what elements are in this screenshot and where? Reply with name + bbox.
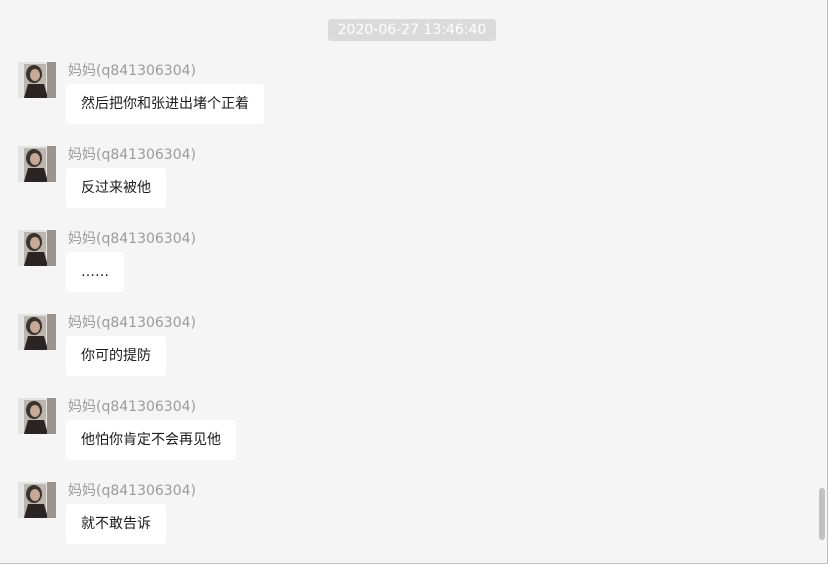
sender-name: 妈妈(q841306304) — [68, 63, 196, 79]
scrollbar-thumb[interactable] — [819, 488, 825, 540]
message-bubble[interactable]: 然后把你和张进出堵个正着 — [66, 84, 264, 124]
message-row: 妈妈(q841306304) 就不敢告诉 — [0, 482, 800, 562]
avatar-photo-icon — [18, 230, 56, 266]
message-bubble[interactable]: 反过来被他 — [66, 168, 166, 208]
avatar[interactable] — [18, 398, 56, 434]
sender-name: 妈妈(q841306304) — [68, 483, 196, 499]
avatar[interactable] — [18, 230, 56, 266]
sender-name: 妈妈(q841306304) — [68, 315, 196, 331]
avatar[interactable] — [18, 314, 56, 350]
avatar-photo-icon — [18, 314, 56, 350]
scrollbar-track[interactable] — [816, 0, 826, 562]
sender-name: 妈妈(q841306304) — [68, 147, 196, 163]
sender-name: 妈妈(q841306304) — [68, 231, 196, 247]
avatar[interactable] — [18, 482, 56, 518]
message-bubble[interactable]: 他怕你肯定不会再见他 — [66, 420, 236, 460]
avatar-photo-icon — [18, 62, 56, 98]
message-row: 妈妈(q841306304) 他怕你肯定不会再见他 — [0, 398, 800, 478]
message-row: 妈妈(q841306304) 你可的提防 — [0, 314, 800, 394]
avatar-photo-icon — [18, 482, 56, 518]
message-row: 妈妈(q841306304) …… — [0, 230, 800, 310]
message-row: 妈妈(q841306304) 然后把你和张进出堵个正着 — [0, 62, 800, 142]
message-bubble[interactable]: 你可的提防 — [66, 336, 166, 376]
avatar-photo-icon — [18, 146, 56, 182]
avatar[interactable] — [18, 146, 56, 182]
timestamp-badge: 2020-06-27 13:46:40 — [328, 19, 496, 41]
message-bubble[interactable]: 就不敢告诉 — [66, 504, 166, 544]
sender-name: 妈妈(q841306304) — [68, 399, 196, 415]
avatar[interactable] — [18, 62, 56, 98]
message-bubble[interactable]: …… — [66, 252, 124, 292]
chat-window: 2020-06-27 13:46:40 妈妈(q841306304) 然后把你和… — [0, 0, 828, 564]
message-row: 妈妈(q841306304) 反过来被他 — [0, 146, 800, 226]
avatar-photo-icon — [18, 398, 56, 434]
